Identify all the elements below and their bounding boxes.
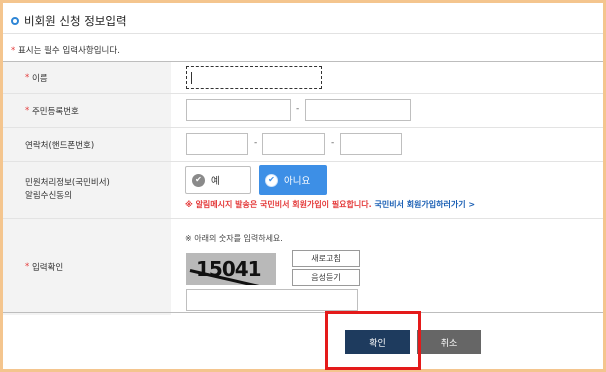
rrn-separator: - (296, 104, 300, 114)
row-consent: 민원처리정보(국민비서) 알림수신동의 ✔ 예 ✔ 아니요 ※ 알림메시지 발송… (3, 162, 603, 219)
consent-yes-button[interactable]: ✔ 예 (185, 166, 251, 194)
phone-separator-1: - (254, 138, 258, 148)
phone-label: 연락처(핸드폰번호) (3, 128, 171, 161)
consent-no-button[interactable]: ✔ 아니요 (259, 165, 327, 195)
form-bottom-divider (3, 312, 603, 313)
check-icon: ✔ (192, 173, 205, 187)
phone-separator-2: - (331, 138, 335, 148)
consent-label: 민원처리정보(국민비서) 알림수신동의 (3, 162, 171, 218)
cancel-button[interactable]: 취소 (417, 330, 481, 354)
row-phone: 연락처(핸드폰번호) - - (3, 128, 603, 162)
form-table: * 이름 * 주민등록번호 - 연락처(핸드폰번호) - - 민원처리정보(국민… (3, 61, 603, 315)
header-divider (3, 33, 603, 34)
rrn-second-input[interactable] (305, 99, 411, 121)
confirm-highlight-box (325, 311, 421, 370)
consent-no-label: 아니요 (284, 176, 311, 187)
required-star: * (25, 105, 30, 116)
captcha-label-text: 입력확인 (31, 263, 64, 273)
check-icon: ✔ (265, 173, 278, 187)
phone-cell: - - (171, 128, 603, 161)
name-input[interactable] (186, 66, 322, 89)
consent-yes-label: 예 (211, 176, 220, 187)
captcha-instruction: ※ 아래의 숫자를 입력하세요. (185, 234, 283, 243)
phone-middle-input[interactable] (262, 133, 325, 155)
row-name: * 이름 (3, 62, 603, 94)
text-caret (191, 72, 192, 84)
rrn-cell: - (171, 94, 603, 127)
captcha-refresh-button[interactable]: 새로고침 (292, 250, 360, 267)
circle-bullet-icon (11, 17, 19, 25)
row-captcha: * 입력확인 ※ 아래의 숫자를 입력하세요. 15041 새로고침 음성듣기 (3, 219, 603, 315)
name-label: * 이름 (3, 62, 171, 93)
phone-first-input[interactable] (186, 133, 248, 155)
captcha-image-edge (276, 253, 284, 285)
captcha-input[interactable] (186, 289, 358, 311)
rrn-first-input[interactable] (186, 99, 291, 121)
required-star: * (25, 72, 30, 83)
captcha-label: * 입력확인 (3, 219, 171, 315)
name-label-text: 이름 (31, 73, 48, 84)
consent-alert-text: ※ 알림메시지 발송은 국민비서 회원가입이 필요합니다. (185, 200, 372, 209)
name-cell (171, 62, 603, 93)
captcha-cell: ※ 아래의 숫자를 입력하세요. 15041 새로고침 음성듣기 (171, 219, 603, 315)
required-star: * (25, 262, 30, 272)
membership-signup-link[interactable]: 국민비서 회원가입하러가기 > (374, 200, 475, 209)
required-notice: * 표시는 필수 입력사항입니다. (11, 44, 120, 56)
rrn-label-text: 주민등록번호 (31, 106, 79, 117)
consent-cell: ✔ 예 ✔ 아니요 ※ 알림메시지 발송은 국민비서 회원가입이 필요합니다. … (171, 162, 603, 218)
consent-label-line2: 알림수신동의 (25, 191, 72, 201)
phone-label-text: 연락처(핸드폰번호) (25, 140, 95, 151)
rrn-label: * 주민등록번호 (3, 94, 171, 127)
page-header: 비회원 신청 정보입력 (11, 13, 127, 29)
phone-last-input[interactable] (340, 133, 402, 155)
required-notice-text: 표시는 필수 입력사항입니다. (15, 46, 120, 56)
captcha-audio-button[interactable]: 음성듣기 (292, 269, 360, 286)
consent-alert: ※ 알림메시지 발송은 국민비서 회원가입이 필요합니다. 국민비서 회원가입하… (185, 199, 475, 210)
form-panel: 비회원 신청 정보입력 * 표시는 필수 입력사항입니다. * 이름 * 주민등… (3, 3, 603, 370)
row-rrn: * 주민등록번호 - (3, 94, 603, 128)
captcha-image: 15041 (186, 253, 284, 285)
consent-label-line1: 민원처리정보(국민비서) (25, 178, 110, 188)
page-title: 비회원 신청 정보입력 (24, 14, 127, 28)
